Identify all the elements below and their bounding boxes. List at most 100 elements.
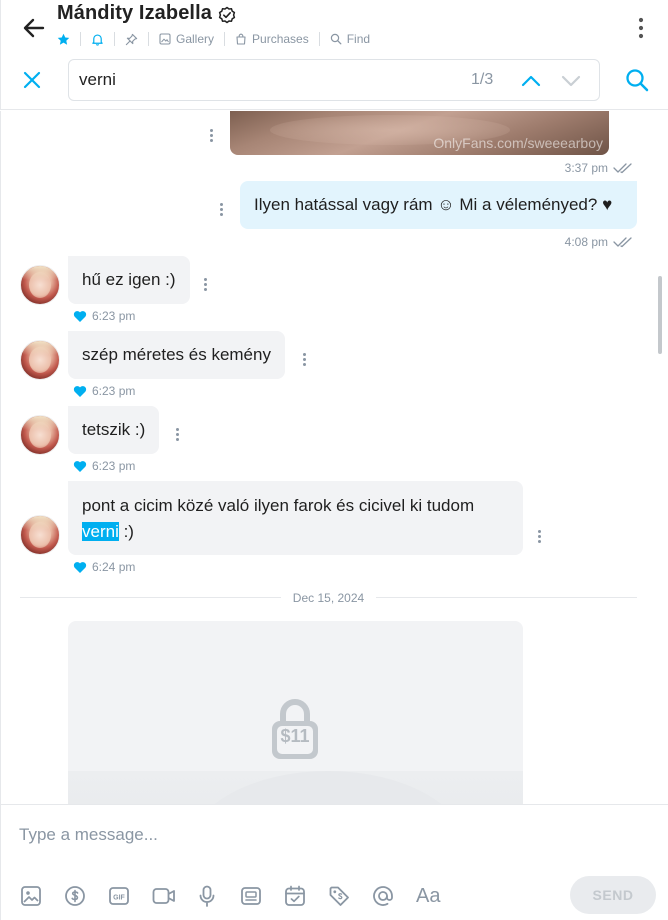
message-meta: 4:08 pm [565,235,633,249]
photo-message[interactable]: OnlyFans.com/sweeearboy [230,111,609,155]
message-search-bar: 1/3 [0,56,668,110]
avatar[interactable] [20,515,60,555]
scrollbar-thumb[interactable] [658,276,662,354]
message-input[interactable] [19,823,639,847]
incoming-message-bubble: tetszik :) [68,406,160,454]
double-check-icon [613,163,632,174]
tab-purchases-label: Purchases [252,32,309,46]
composer-toolbar: GIF Aa [20,884,460,908]
chat-title-row: Mándity Izabella [57,2,236,25]
dollar-icon [65,886,85,906]
message-time: 4:08 pm [564,235,608,249]
more-vertical-icon[interactable] [636,16,646,40]
outgoing-message-bubble: Ilyen hatással vagy rám ☺ Mi a véleménye… [240,181,637,229]
message-composer: GIF [0,804,668,920]
avatar[interactable] [20,415,60,455]
locked-media-price: $11 [280,726,310,746]
gif-icon: GIF [109,887,129,905]
tab-find[interactable]: Find [320,30,380,48]
message-text-tail: :) [118,522,134,541]
message-options-button[interactable] [175,428,179,442]
schedule-button[interactable] [284,884,328,908]
heart-icon[interactable] [73,460,87,473]
vault-icon [241,887,261,905]
message-meta: 6:23 pm [73,309,135,323]
message-meta: 6:23 pm [73,384,135,398]
video-button[interactable] [152,884,196,908]
chat-header: Mándity Izabella Gallery Purchases Find [0,0,668,56]
search-highlight: verni [82,522,119,541]
calendar-icon [285,885,305,906]
message-time: 6:23 pm [92,384,136,398]
search-icon[interactable] [624,67,650,93]
gif-button[interactable]: GIF [108,884,152,908]
attach-image-button[interactable] [20,884,64,908]
tab-find-label: Find [346,32,371,46]
purchases-icon [236,33,246,45]
double-check-icon [613,237,632,248]
message-time: 6:23 pm [92,459,136,473]
mention-button[interactable] [372,884,416,908]
message-meta: 3:37 pm [565,161,633,175]
photo-watermark: OnlyFans.com/sweeearboy [433,135,603,151]
verified-icon [218,6,236,23]
tab-gallery-label: Gallery [176,32,215,46]
heart-icon[interactable] [73,310,87,323]
svg-text:GIF: GIF [113,895,125,902]
tab-purchases[interactable]: Purchases [225,30,319,48]
heart-icon[interactable] [73,561,87,574]
locked-media-message[interactable]: $11 [68,621,523,804]
avatar[interactable] [20,265,60,305]
search-field-box: 1/3 [68,59,600,101]
date-separator-wrap: Dec 15, 2024 [20,591,637,605]
date-separator-label: Dec 15, 2024 [280,591,377,605]
vault-button[interactable] [240,884,284,908]
message-text: pont a cicim közé való ilyen farok és ci… [82,496,475,515]
pin-icon [125,33,138,45]
price-tag-icon [329,886,349,906]
message-meta: 6:24 pm [73,560,135,574]
message-options-button[interactable] [203,278,207,292]
notifications-button[interactable] [81,30,114,48]
tab-gallery[interactable]: Gallery [149,30,224,48]
avatar[interactable] [20,340,60,380]
search-result-counter: 1/3 [471,71,494,88]
set-price-button[interactable] [328,884,372,908]
star-icon [57,33,70,45]
chat-name[interactable]: Mándity Izabella [57,2,212,25]
chat-subnav: Gallery Purchases Find [57,30,380,48]
message-time: 6:23 pm [92,309,136,323]
heart-icon[interactable] [73,385,87,398]
search-input[interactable] [79,68,439,92]
message-options-button[interactable] [537,530,541,544]
send-button[interactable]: SEND [570,876,656,914]
back-arrow-icon[interactable] [19,14,49,42]
gallery-icon [159,33,171,45]
chevron-down-icon[interactable] [560,70,582,92]
message-meta: 6:23 pm [73,459,135,473]
favorite-button[interactable] [57,30,80,48]
microphone-icon [199,885,215,907]
message-time: 6:24 pm [92,560,136,574]
text-format-button[interactable]: Aa [416,884,460,908]
message-time: 3:37 pm [564,161,608,175]
video-icon [152,888,175,904]
find-icon [330,33,342,45]
close-icon[interactable] [21,69,43,91]
image-icon [21,886,41,906]
text-format-icon: Aa [416,884,441,907]
bell-icon [92,33,103,46]
pin-button[interactable] [115,30,148,48]
chevron-up-icon[interactable] [520,70,542,92]
message-list[interactable]: OnlyFans.com/sweeearboy 3:37 pm Ilyen ha… [0,111,668,804]
date-separator: Dec 15, 2024 [20,591,637,605]
message-options-button[interactable] [219,203,223,217]
message-options-button[interactable] [209,129,213,143]
tip-button[interactable] [64,884,108,908]
incoming-message-bubble: szép méretes és kemény [68,331,285,379]
message-options-button[interactable] [302,353,306,367]
incoming-message-bubble: hű ez igen :) [68,256,190,304]
voice-message-button[interactable] [196,884,240,908]
at-icon [373,886,393,906]
incoming-message-bubble: pont a cicim közé való ilyen farok és ci… [68,481,523,555]
